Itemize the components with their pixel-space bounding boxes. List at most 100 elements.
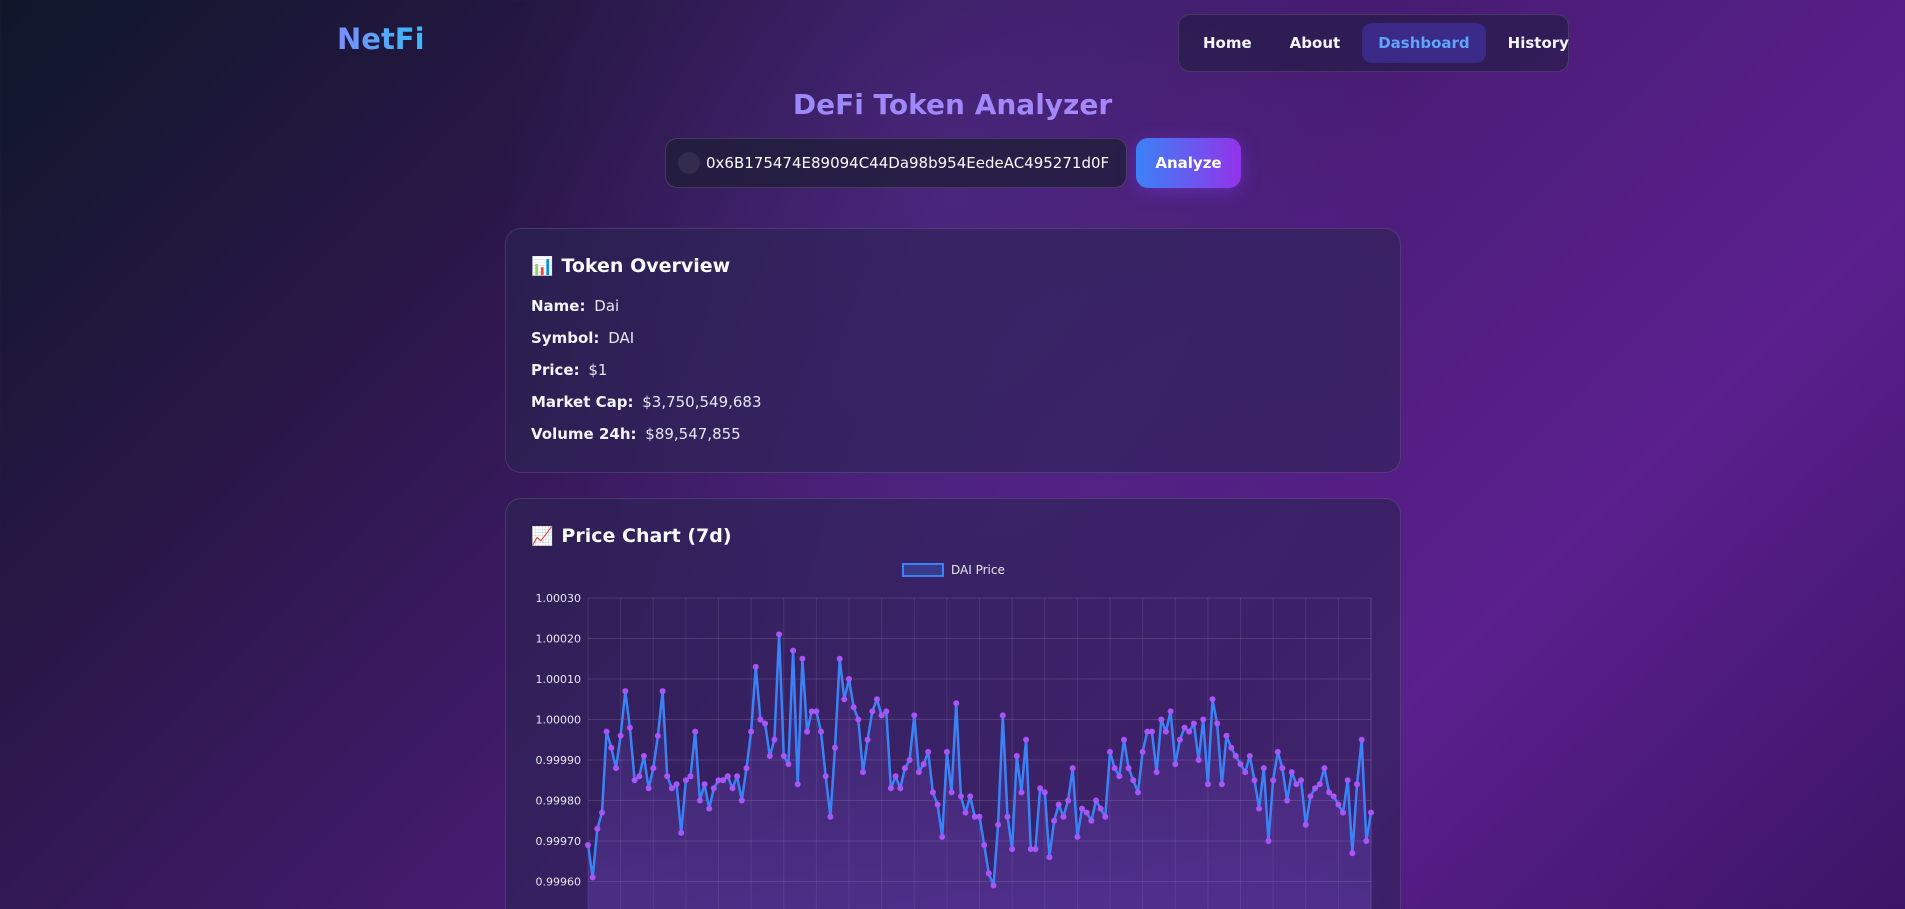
- data-point: [1223, 732, 1230, 739]
- data-point: [1083, 809, 1090, 816]
- data-point: [1186, 728, 1193, 735]
- legend-label: DAI Price: [951, 563, 1005, 577]
- data-point: [1018, 789, 1025, 796]
- data-point: [1237, 761, 1244, 768]
- data-point: [636, 773, 643, 780]
- data-point: [729, 785, 736, 792]
- main-nav: Home About Dashboard History: [1178, 14, 1569, 72]
- data-point: [1046, 854, 1053, 861]
- token-address-input[interactable]: [706, 154, 1126, 172]
- data-point: [1302, 821, 1309, 828]
- price-chart-card: 📈 Price Chart (7d) 1.00030 1.00020 1.00010…: [505, 498, 1401, 909]
- data-point: [594, 825, 601, 832]
- data-point: [813, 708, 820, 715]
- data-point: [948, 789, 955, 796]
- legend-swatch: [902, 563, 944, 577]
- data-point: [855, 716, 862, 723]
- data-point: [934, 801, 941, 808]
- data-point: [1051, 817, 1058, 824]
- data-point: [1316, 781, 1323, 788]
- data-point: [622, 688, 629, 695]
- search-box: [665, 138, 1127, 188]
- data-point: [631, 777, 638, 784]
- y-tick-label: 0.99960: [536, 876, 582, 889]
- nav-dashboard[interactable]: Dashboard: [1362, 23, 1486, 63]
- data-point: [654, 732, 661, 739]
- y-tick-label: 1.00030: [536, 592, 582, 605]
- data-point: [827, 813, 834, 820]
- price-line-chart[interactable]: 1.00030 1.00020 1.00010 1.00000 0.99990 0.999…: [506, 559, 1402, 909]
- data-point: [939, 833, 946, 840]
- nav-home[interactable]: Home: [1187, 23, 1268, 63]
- data-point: [682, 777, 689, 784]
- data-point: [1148, 728, 1155, 735]
- data-point: [920, 761, 927, 768]
- row-value: DAI: [608, 329, 635, 347]
- data-point: [1363, 838, 1370, 844]
- data-point: [1172, 761, 1179, 768]
- data-point: [678, 829, 685, 836]
- data-point: [701, 781, 708, 788]
- data-point: [1125, 765, 1132, 772]
- data-point: [1298, 777, 1305, 784]
- data-point: [897, 785, 904, 792]
- data-point: [1284, 797, 1291, 804]
- row-label: Name:: [531, 297, 586, 315]
- data-point: [1116, 773, 1123, 780]
- brand-logo[interactable]: NetFi: [337, 22, 425, 56]
- data-point: [771, 736, 778, 743]
- data-point: [734, 773, 741, 780]
- data-point: [585, 842, 591, 848]
- data-point: [990, 882, 997, 889]
- data-point: [1344, 777, 1351, 784]
- data-point: [1153, 769, 1160, 776]
- search-icon: [678, 152, 700, 174]
- data-point: [1195, 757, 1202, 763]
- y-tick-label: 0.99980: [536, 795, 582, 808]
- data-point: [692, 728, 699, 735]
- data-point: [1069, 765, 1076, 772]
- nav-history[interactable]: History: [1492, 23, 1585, 63]
- data-point: [650, 765, 657, 772]
- overview-row-volume: Volume 24h: $89,547,855: [531, 425, 1375, 443]
- nav-about[interactable]: About: [1274, 23, 1357, 63]
- data-point: [1093, 797, 1099, 804]
- overview-row-price: Price: $1: [531, 361, 1375, 379]
- data-point: [818, 728, 824, 735]
- data-point: [887, 785, 894, 792]
- data-point: [1293, 781, 1300, 788]
- row-label: Market Cap:: [531, 393, 634, 411]
- data-point: [748, 728, 755, 735]
- data-point: [1037, 785, 1044, 792]
- analyze-button[interactable]: Analyze: [1136, 138, 1241, 188]
- data-point: [869, 708, 876, 715]
- data-point: [1041, 789, 1048, 796]
- data-point: [832, 744, 838, 751]
- data-point: [883, 708, 890, 715]
- data-point: [1242, 769, 1249, 776]
- page-title: DeFi Token Analyzer: [0, 88, 1905, 121]
- data-point: [1307, 793, 1314, 800]
- data-point: [687, 773, 694, 780]
- data-point: [1079, 805, 1085, 812]
- data-point: [1176, 736, 1183, 743]
- data-point: [1139, 748, 1146, 755]
- data-point: [1260, 765, 1267, 772]
- data-point: [915, 769, 922, 776]
- data-point: [626, 724, 633, 731]
- data-point: [1312, 785, 1319, 792]
- data-point: [1162, 728, 1169, 735]
- data-point: [757, 716, 764, 723]
- data-point: [1251, 777, 1258, 784]
- data-point: [710, 785, 717, 792]
- data-point: [659, 688, 666, 695]
- chart-container: 1.00030 1.00020 1.00010 1.00000 0.99990 0.999…: [506, 559, 1402, 909]
- token-overview-card: 📊 Token Overview Name: Dai Symbol: DAI P…: [505, 228, 1401, 473]
- data-point: [892, 773, 899, 780]
- data-point: [841, 696, 848, 703]
- overview-title-text: Token Overview: [561, 255, 731, 277]
- data-point: [822, 773, 829, 780]
- data-point: [599, 809, 605, 816]
- data-point: [957, 793, 964, 800]
- data-point: [706, 805, 713, 812]
